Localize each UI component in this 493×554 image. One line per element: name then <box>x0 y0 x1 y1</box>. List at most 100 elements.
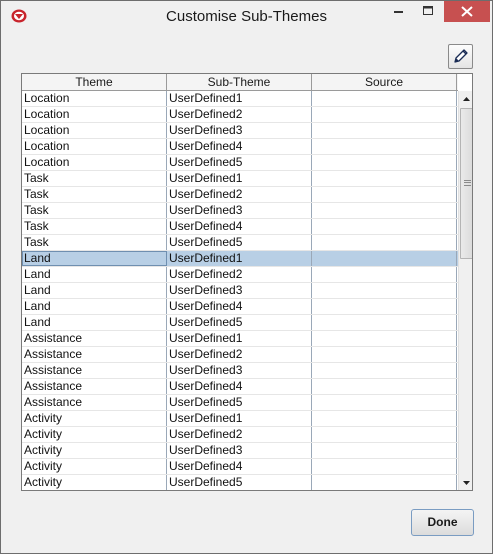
theme-cell[interactable]: Task <box>22 187 167 202</box>
sub-theme-cell[interactable]: UserDefined2 <box>167 347 312 362</box>
theme-cell[interactable]: Task <box>22 203 167 218</box>
table-row[interactable]: Activity UserDefined3 <box>22 443 458 459</box>
table-row[interactable]: Task UserDefined5 <box>22 235 458 251</box>
source-cell[interactable] <box>312 155 457 170</box>
source-cell[interactable] <box>312 347 457 362</box>
source-cell[interactable] <box>312 251 457 266</box>
table-row[interactable]: Assistance UserDefined3 <box>22 363 458 379</box>
theme-cell[interactable]: Activity <box>22 411 167 426</box>
sub-theme-cell[interactable]: UserDefined4 <box>167 219 312 234</box>
table-row[interactable]: Land UserDefined2 <box>22 267 458 283</box>
sub-theme-cell[interactable]: UserDefined3 <box>167 443 312 458</box>
source-cell[interactable] <box>312 187 457 202</box>
table-row[interactable]: Task UserDefined3 <box>22 203 458 219</box>
theme-cell[interactable]: Assistance <box>22 395 167 410</box>
sub-theme-cell[interactable]: UserDefined3 <box>167 363 312 378</box>
theme-cell[interactable]: Assistance <box>22 363 167 378</box>
sub-theme-cell[interactable]: UserDefined4 <box>167 139 312 154</box>
title-bar[interactable]: Customise Sub-Themes <box>1 1 492 31</box>
scroll-down-arrow-icon[interactable] <box>459 474 472 490</box>
sub-theme-cell[interactable]: UserDefined5 <box>167 315 312 330</box>
source-cell[interactable] <box>312 379 457 394</box>
sub-theme-cell[interactable]: UserDefined4 <box>167 379 312 394</box>
table-row[interactable]: Location UserDefined2 <box>22 107 458 123</box>
sub-theme-cell[interactable]: UserDefined2 <box>167 187 312 202</box>
table-row[interactable]: Activity UserDefined4 <box>22 459 458 475</box>
theme-cell[interactable]: Activity <box>22 443 167 458</box>
edit-sub-theme-button[interactable] <box>448 44 473 69</box>
theme-cell[interactable]: Assistance <box>22 347 167 362</box>
done-button[interactable]: Done <box>411 509 474 536</box>
sub-theme-cell[interactable]: UserDefined3 <box>167 283 312 298</box>
sub-theme-cell[interactable]: UserDefined5 <box>167 475 312 490</box>
scrollbar-thumb[interactable] <box>460 108 472 259</box>
table-row[interactable]: Land UserDefined3 <box>22 283 458 299</box>
sub-theme-cell[interactable]: UserDefined3 <box>167 123 312 138</box>
theme-cell[interactable]: Activity <box>22 475 167 490</box>
sub-theme-cell[interactable]: UserDefined1 <box>167 331 312 346</box>
sub-theme-cell[interactable]: UserDefined2 <box>167 267 312 282</box>
table-row[interactable]: Location UserDefined1 <box>22 91 458 107</box>
source-cell[interactable] <box>312 315 457 330</box>
table-row[interactable]: Location UserDefined5 <box>22 155 458 171</box>
column-header-sub-theme[interactable]: Sub-Theme <box>167 74 312 90</box>
source-cell[interactable] <box>312 267 457 282</box>
theme-cell[interactable]: Location <box>22 107 167 122</box>
table-row[interactable]: Activity UserDefined2 <box>22 427 458 443</box>
table-row[interactable]: Task UserDefined2 <box>22 187 458 203</box>
source-cell[interactable] <box>312 107 457 122</box>
vertical-scrollbar[interactable] <box>458 91 472 490</box>
sub-theme-cell[interactable]: UserDefined2 <box>167 427 312 442</box>
source-cell[interactable] <box>312 91 457 106</box>
table-row[interactable]: Location UserDefined3 <box>22 123 458 139</box>
table-row[interactable]: Location UserDefined4 <box>22 139 458 155</box>
source-cell[interactable] <box>312 139 457 154</box>
theme-cell[interactable]: Land <box>22 299 167 314</box>
table-row[interactable]: Activity UserDefined1 <box>22 411 458 427</box>
scroll-up-arrow-icon[interactable] <box>459 91 472 108</box>
theme-cell[interactable]: Activity <box>22 427 167 442</box>
source-cell[interactable] <box>312 219 457 234</box>
maximize-button[interactable] <box>413 1 443 22</box>
close-button[interactable] <box>444 1 490 22</box>
table-row[interactable]: Land UserDefined1 <box>22 251 458 267</box>
source-cell[interactable] <box>312 411 457 426</box>
column-header-source[interactable]: Source <box>312 74 457 90</box>
theme-cell[interactable]: Task <box>22 171 167 186</box>
theme-cell[interactable]: Location <box>22 155 167 170</box>
sub-theme-cell[interactable]: UserDefined4 <box>167 299 312 314</box>
theme-cell[interactable]: Task <box>22 235 167 250</box>
theme-cell[interactable]: Assistance <box>22 379 167 394</box>
source-cell[interactable] <box>312 299 457 314</box>
sub-theme-cell[interactable]: UserDefined1 <box>167 171 312 186</box>
table-row[interactable]: Assistance UserDefined2 <box>22 347 458 363</box>
table-row[interactable]: Assistance UserDefined4 <box>22 379 458 395</box>
sub-theme-cell[interactable]: UserDefined1 <box>167 411 312 426</box>
table-row[interactable]: Task UserDefined1 <box>22 171 458 187</box>
source-cell[interactable] <box>312 427 457 442</box>
table-row[interactable]: Assistance UserDefined5 <box>22 395 458 411</box>
theme-cell[interactable]: Activity <box>22 459 167 474</box>
theme-cell[interactable]: Land <box>22 315 167 330</box>
table-row[interactable]: Land UserDefined5 <box>22 315 458 331</box>
theme-cell[interactable]: Land <box>22 251 167 266</box>
minimize-button[interactable] <box>383 1 413 22</box>
source-cell[interactable] <box>312 459 457 474</box>
source-cell[interactable] <box>312 331 457 346</box>
column-header-theme[interactable]: Theme <box>22 74 167 90</box>
source-cell[interactable] <box>312 171 457 186</box>
sub-theme-cell[interactable]: UserDefined5 <box>167 395 312 410</box>
source-cell[interactable] <box>312 475 457 490</box>
sub-theme-cell[interactable]: UserDefined1 <box>167 251 312 266</box>
theme-cell[interactable]: Land <box>22 283 167 298</box>
table-row[interactable]: Assistance UserDefined1 <box>22 331 458 347</box>
source-cell[interactable] <box>312 395 457 410</box>
source-cell[interactable] <box>312 123 457 138</box>
source-cell[interactable] <box>312 283 457 298</box>
table-row[interactable]: Land UserDefined4 <box>22 299 458 315</box>
theme-cell[interactable]: Land <box>22 267 167 282</box>
sub-theme-cell[interactable]: UserDefined1 <box>167 91 312 106</box>
table-row[interactable]: Task UserDefined4 <box>22 219 458 235</box>
source-cell[interactable] <box>312 443 457 458</box>
sub-theme-cell[interactable]: UserDefined3 <box>167 203 312 218</box>
